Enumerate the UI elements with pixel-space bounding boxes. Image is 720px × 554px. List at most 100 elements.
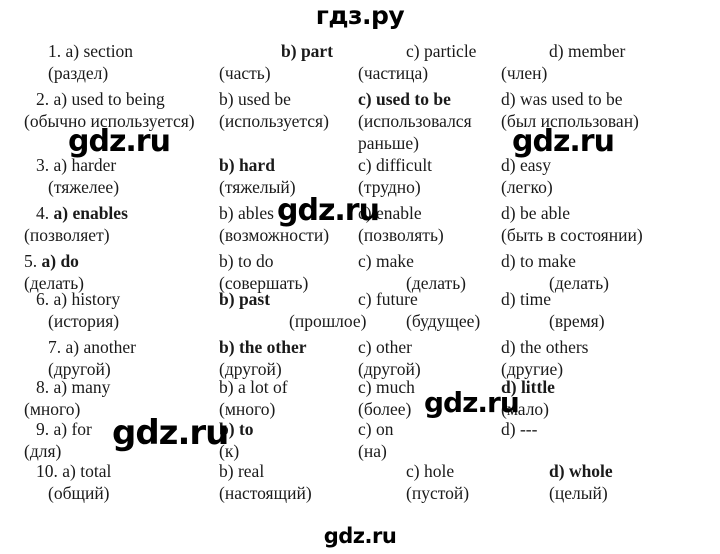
answer-option[interactable]: c) hole (пустой) [358,460,469,504]
site-footer-logo: gdz.ru [323,524,397,548]
option-translation: (позволяет) [24,225,110,245]
option-word: hard [238,155,275,175]
option-translation: (частица) [358,63,429,83]
option-letter: b) [219,155,235,175]
option-word: used be [237,89,291,109]
option-translation: (на) [358,441,387,461]
option-word: much [375,377,415,397]
answer-option[interactable]: c) used to be (использовался раньше) [358,88,472,154]
question-number: 7. [48,337,62,357]
option-letter: c) [358,155,372,175]
option-letter: c) [358,377,372,397]
option-text: b) a lot of [219,376,288,398]
option-text: c) difficult [358,154,432,176]
option-translation: (общий) [48,483,110,503]
option-word: enable [375,203,422,223]
option-word: difficult [375,155,433,175]
answer-option[interactable]: 7. a) another (другой) [24,336,136,380]
answer-option[interactable]: b) hard (тяжелый) [219,154,296,198]
watermark: gdz.ru [424,386,520,419]
option-word: ables [237,203,274,223]
option-letter: d) [501,289,516,309]
answer-option[interactable]: b) part (часть) [219,40,333,84]
option-text: 2. a) used to being [24,88,195,110]
answer-option[interactable]: d) whole (целый) [501,460,613,504]
option-letter: d) [549,461,565,481]
answer-option[interactable]: d) easy (легко) [501,154,553,198]
answer-option[interactable]: b) past (прошлое) [219,288,366,332]
option-word: do [60,251,79,271]
answer-option[interactable]: d) member (член) [501,40,625,84]
option-letter: b) [219,203,234,223]
question-number: 3. [36,155,50,175]
answer-option[interactable]: 10. a) total (общий) [24,460,111,504]
option-letter: a) [53,155,68,175]
answer-option[interactable]: 3. a) harder (тяжелее) [24,154,119,198]
answer-option[interactable]: c) much (более) [358,376,415,420]
answer-option[interactable]: d) the others (другие) [501,336,588,380]
option-text: d) whole [501,460,613,482]
option-text: b) past [219,288,366,310]
option-word: used to being [71,89,165,109]
watermark: gdz.ru [277,193,380,228]
answer-option[interactable]: c) particle (частица) [358,40,476,84]
answer-option[interactable]: c) future (будущее) [358,288,480,332]
option-word: whole [568,461,613,481]
answer-option[interactable]: d) --- [501,418,537,440]
option-word: member [567,41,626,61]
option-letter: a) [53,377,68,397]
option-translation: (использовался [358,111,472,131]
option-letter: c) [406,41,420,61]
answer-option[interactable]: b) real (настоящий) [219,460,312,504]
option-translation-cont: раньше) [358,133,419,153]
answer-option[interactable]: d) be able (быть в состоянии) [501,202,643,246]
option-word: enables [72,203,128,223]
option-word: to do [237,251,274,271]
option-word: particle [423,41,477,61]
answer-option[interactable]: d) time (время) [501,288,605,332]
answer-option[interactable]: c) difficult (трудно) [358,154,432,198]
option-word: to make [519,251,576,271]
option-word: other [375,337,412,357]
answer-option[interactable]: c) on (на) [358,418,393,462]
option-word: --- [519,419,538,439]
watermark: gdz.ru [512,124,615,159]
option-text: 6. a) history [24,288,120,310]
answer-option[interactable]: 4. a) enables (позволяет) [24,202,128,246]
option-letter: d) [501,203,516,223]
option-word: a lot of [237,377,288,397]
option-translation: (история) [48,311,120,331]
option-word: real [237,461,265,481]
answer-option[interactable]: 1. a) section (раздел) [24,40,133,84]
option-letter: d) [501,251,516,271]
option-letter: b) [219,461,234,481]
answer-option[interactable]: b) used be (используется) [219,88,329,132]
option-text: d) was used to be [501,88,639,110]
option-text: b) to do [219,250,308,272]
option-translation: (член) [501,63,548,83]
option-translation: (прошлое) [289,311,367,331]
option-word: was used to be [519,89,623,109]
option-word: hole [423,461,455,481]
option-word: total [80,461,112,481]
watermark: gdz.ru [68,124,171,159]
option-text: c) particle [358,40,476,62]
option-letter: a) [65,337,80,357]
answer-option[interactable]: c) other (другой) [358,336,421,380]
option-text: d) member [501,40,625,62]
option-text: b) hard [219,154,296,176]
question-number: 5. [24,251,38,271]
option-translation: (время) [549,311,605,331]
option-word: used to be [375,89,451,109]
option-letter: a) [62,461,76,481]
option-text: d) be able [501,202,643,224]
option-letter: c) [358,337,372,357]
answer-option[interactable]: b) the other (другой) [219,336,307,380]
option-text: b) used be [219,88,329,110]
watermark: gdz.ru [112,413,229,453]
answer-option[interactable]: b) a lot of (много) [219,376,288,420]
answer-option[interactable]: 8. a) many (много) [24,376,110,420]
site-header-logo: гдз.ру [315,1,405,30]
answer-option[interactable]: 9. a) for (для) [24,418,92,462]
answer-option[interactable]: 6. a) history (история) [24,288,120,332]
